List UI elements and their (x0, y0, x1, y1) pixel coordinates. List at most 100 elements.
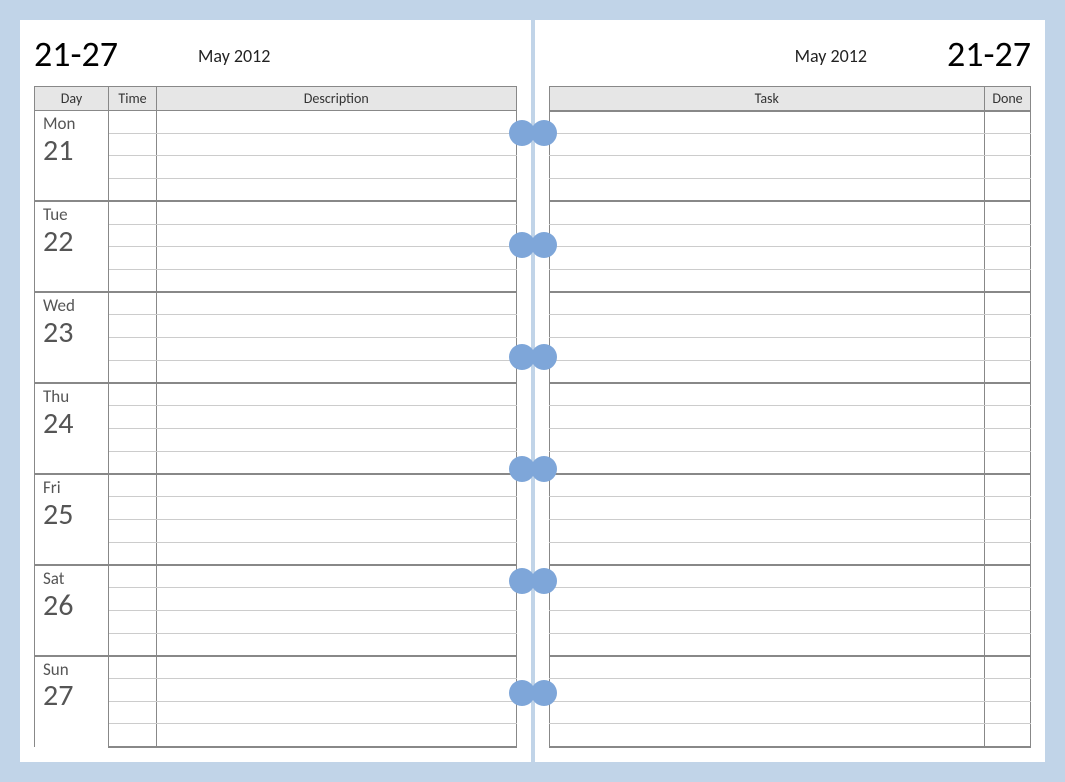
task-cell[interactable] (549, 270, 985, 293)
time-cell[interactable] (109, 338, 157, 361)
description-cell[interactable] (157, 133, 517, 156)
task-cell[interactable] (549, 360, 985, 383)
task-cell[interactable] (549, 565, 985, 588)
time-cell[interactable] (109, 156, 157, 179)
done-cell[interactable] (985, 406, 1031, 429)
time-cell[interactable] (109, 270, 157, 293)
done-cell[interactable] (985, 451, 1031, 474)
task-cell[interactable] (549, 519, 985, 542)
done-cell[interactable] (985, 678, 1031, 701)
task-cell[interactable] (549, 724, 985, 747)
done-cell[interactable] (985, 588, 1031, 611)
time-cell[interactable] (109, 542, 157, 565)
time-cell[interactable] (109, 519, 157, 542)
description-cell[interactable] (157, 474, 517, 497)
done-cell[interactable] (985, 133, 1031, 156)
description-cell[interactable] (157, 179, 517, 202)
task-cell[interactable] (549, 383, 985, 406)
time-cell[interactable] (109, 383, 157, 406)
description-cell[interactable] (157, 429, 517, 452)
done-cell[interactable] (985, 292, 1031, 315)
time-cell[interactable] (109, 701, 157, 724)
task-cell[interactable] (549, 497, 985, 520)
description-cell[interactable] (157, 338, 517, 361)
time-cell[interactable] (109, 406, 157, 429)
description-cell[interactable] (157, 451, 517, 474)
description-cell[interactable] (157, 610, 517, 633)
description-cell[interactable] (157, 292, 517, 315)
done-cell[interactable] (985, 474, 1031, 497)
time-cell[interactable] (109, 201, 157, 224)
done-cell[interactable] (985, 610, 1031, 633)
done-cell[interactable] (985, 519, 1031, 542)
time-cell[interactable] (109, 633, 157, 656)
task-cell[interactable] (549, 474, 985, 497)
task-cell[interactable] (549, 542, 985, 565)
time-cell[interactable] (109, 565, 157, 588)
done-cell[interactable] (985, 429, 1031, 452)
time-cell[interactable] (109, 724, 157, 747)
task-cell[interactable] (549, 701, 985, 724)
task-cell[interactable] (549, 338, 985, 361)
task-cell[interactable] (549, 633, 985, 656)
time-cell[interactable] (109, 247, 157, 270)
done-cell[interactable] (985, 179, 1031, 202)
description-cell[interactable] (157, 519, 517, 542)
description-cell[interactable] (157, 247, 517, 270)
time-cell[interactable] (109, 678, 157, 701)
description-cell[interactable] (157, 497, 517, 520)
description-cell[interactable] (157, 633, 517, 656)
time-cell[interactable] (109, 656, 157, 679)
description-cell[interactable] (157, 224, 517, 247)
done-cell[interactable] (985, 360, 1031, 383)
done-cell[interactable] (985, 724, 1031, 747)
task-cell[interactable] (549, 201, 985, 224)
description-cell[interactable] (157, 315, 517, 338)
description-cell[interactable] (157, 542, 517, 565)
description-cell[interactable] (157, 656, 517, 679)
time-cell[interactable] (109, 315, 157, 338)
description-cell[interactable] (157, 406, 517, 429)
description-cell[interactable] (157, 201, 517, 224)
done-cell[interactable] (985, 111, 1031, 134)
task-cell[interactable] (549, 247, 985, 270)
time-cell[interactable] (109, 429, 157, 452)
done-cell[interactable] (985, 633, 1031, 656)
task-cell[interactable] (549, 315, 985, 338)
description-cell[interactable] (157, 111, 517, 134)
description-cell[interactable] (157, 724, 517, 747)
task-cell[interactable] (549, 610, 985, 633)
time-cell[interactable] (109, 360, 157, 383)
time-cell[interactable] (109, 588, 157, 611)
done-cell[interactable] (985, 656, 1031, 679)
time-cell[interactable] (109, 224, 157, 247)
task-cell[interactable] (549, 292, 985, 315)
task-cell[interactable] (549, 156, 985, 179)
description-cell[interactable] (157, 565, 517, 588)
description-cell[interactable] (157, 701, 517, 724)
task-cell[interactable] (549, 678, 985, 701)
task-cell[interactable] (549, 406, 985, 429)
description-cell[interactable] (157, 270, 517, 293)
done-cell[interactable] (985, 383, 1031, 406)
description-cell[interactable] (157, 588, 517, 611)
task-cell[interactable] (549, 656, 985, 679)
task-cell[interactable] (549, 224, 985, 247)
description-cell[interactable] (157, 360, 517, 383)
description-cell[interactable] (157, 156, 517, 179)
time-cell[interactable] (109, 610, 157, 633)
description-cell[interactable] (157, 383, 517, 406)
time-cell[interactable] (109, 451, 157, 474)
task-cell[interactable] (549, 111, 985, 134)
done-cell[interactable] (985, 201, 1031, 224)
time-cell[interactable] (109, 474, 157, 497)
time-cell[interactable] (109, 292, 157, 315)
done-cell[interactable] (985, 315, 1031, 338)
task-cell[interactable] (549, 429, 985, 452)
done-cell[interactable] (985, 701, 1031, 724)
time-cell[interactable] (109, 133, 157, 156)
done-cell[interactable] (985, 497, 1031, 520)
time-cell[interactable] (109, 179, 157, 202)
task-cell[interactable] (549, 588, 985, 611)
done-cell[interactable] (985, 542, 1031, 565)
